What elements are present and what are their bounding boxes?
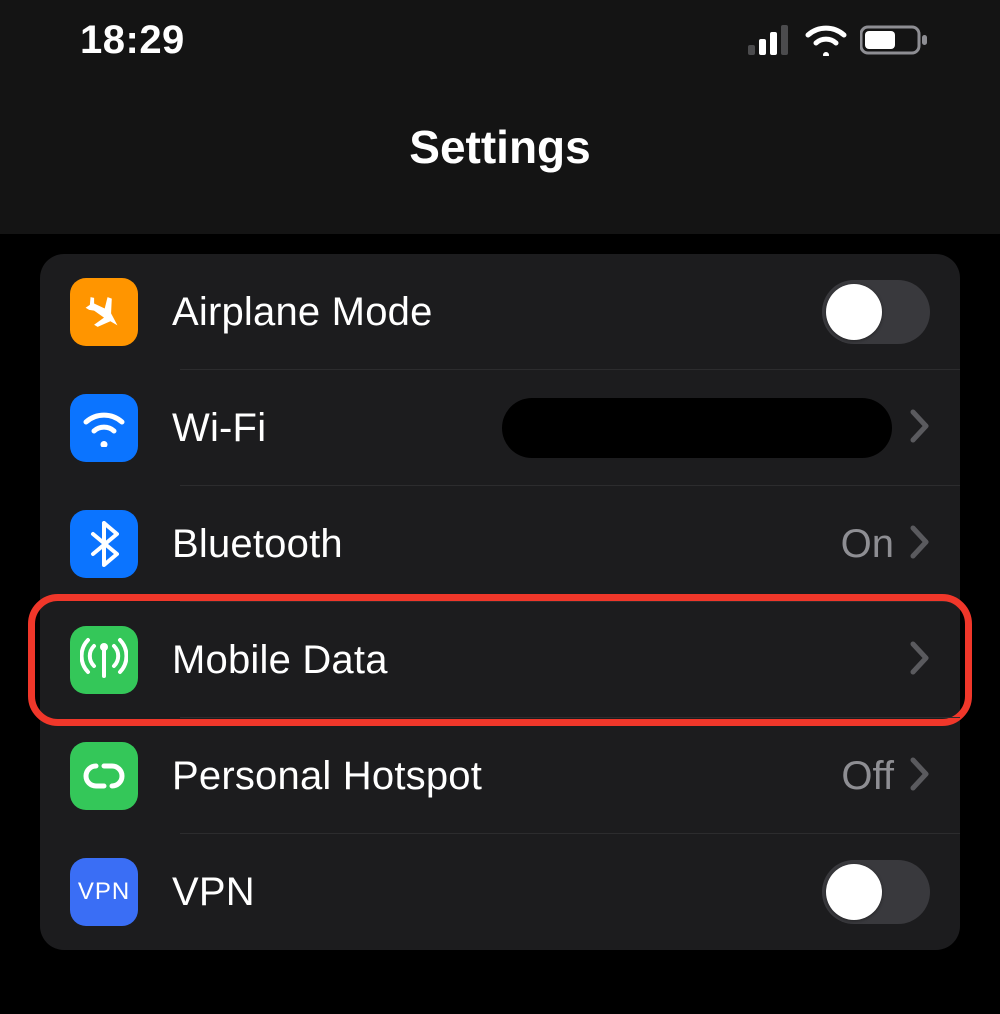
hotspot-icon xyxy=(70,742,138,810)
row-personal-hotspot[interactable]: Personal Hotspot Off xyxy=(40,718,960,834)
row-label: Airplane Mode xyxy=(172,290,822,335)
bluetooth-icon xyxy=(70,510,138,578)
settings-group: Airplane Mode Wi-Fi xyxy=(40,254,960,950)
row-bluetooth[interactable]: Bluetooth On xyxy=(40,486,960,602)
status-time: 18:29 xyxy=(80,18,185,63)
row-value: Off xyxy=(841,754,894,799)
wifi-value-redacted xyxy=(502,398,892,458)
row-label: Personal Hotspot xyxy=(172,754,841,799)
row-wifi[interactable]: Wi-Fi xyxy=(40,370,960,486)
wifi-settings-icon xyxy=(70,394,138,462)
cellular-signal-icon xyxy=(748,25,792,55)
airplane-toggle[interactable] xyxy=(822,280,930,344)
airplane-icon xyxy=(70,278,138,346)
mobile-data-icon xyxy=(70,626,138,694)
chevron-right-icon xyxy=(910,409,930,448)
vpn-toggle[interactable] xyxy=(822,860,930,924)
status-bar: 18:29 xyxy=(0,0,1000,80)
status-indicators xyxy=(748,24,930,56)
settings-screen: 18:29 xyxy=(0,0,1000,1014)
row-airplane-mode[interactable]: Airplane Mode xyxy=(40,254,960,370)
battery-icon xyxy=(860,24,930,56)
chevron-right-icon xyxy=(910,757,930,796)
chevron-right-icon xyxy=(910,641,930,680)
page-header: Settings xyxy=(0,80,1000,234)
page-title: Settings xyxy=(0,120,1000,174)
wifi-icon xyxy=(804,24,848,56)
row-mobile-data[interactable]: Mobile Data xyxy=(40,602,960,718)
row-label: VPN xyxy=(172,870,822,915)
vpn-icon: VPN xyxy=(70,858,138,926)
row-label: Wi-Fi xyxy=(172,406,502,451)
row-vpn[interactable]: VPN VPN xyxy=(40,834,960,950)
chevron-right-icon xyxy=(910,525,930,564)
row-label: Bluetooth xyxy=(172,522,841,567)
row-label: Mobile Data xyxy=(172,638,910,683)
row-value: On xyxy=(841,522,894,567)
